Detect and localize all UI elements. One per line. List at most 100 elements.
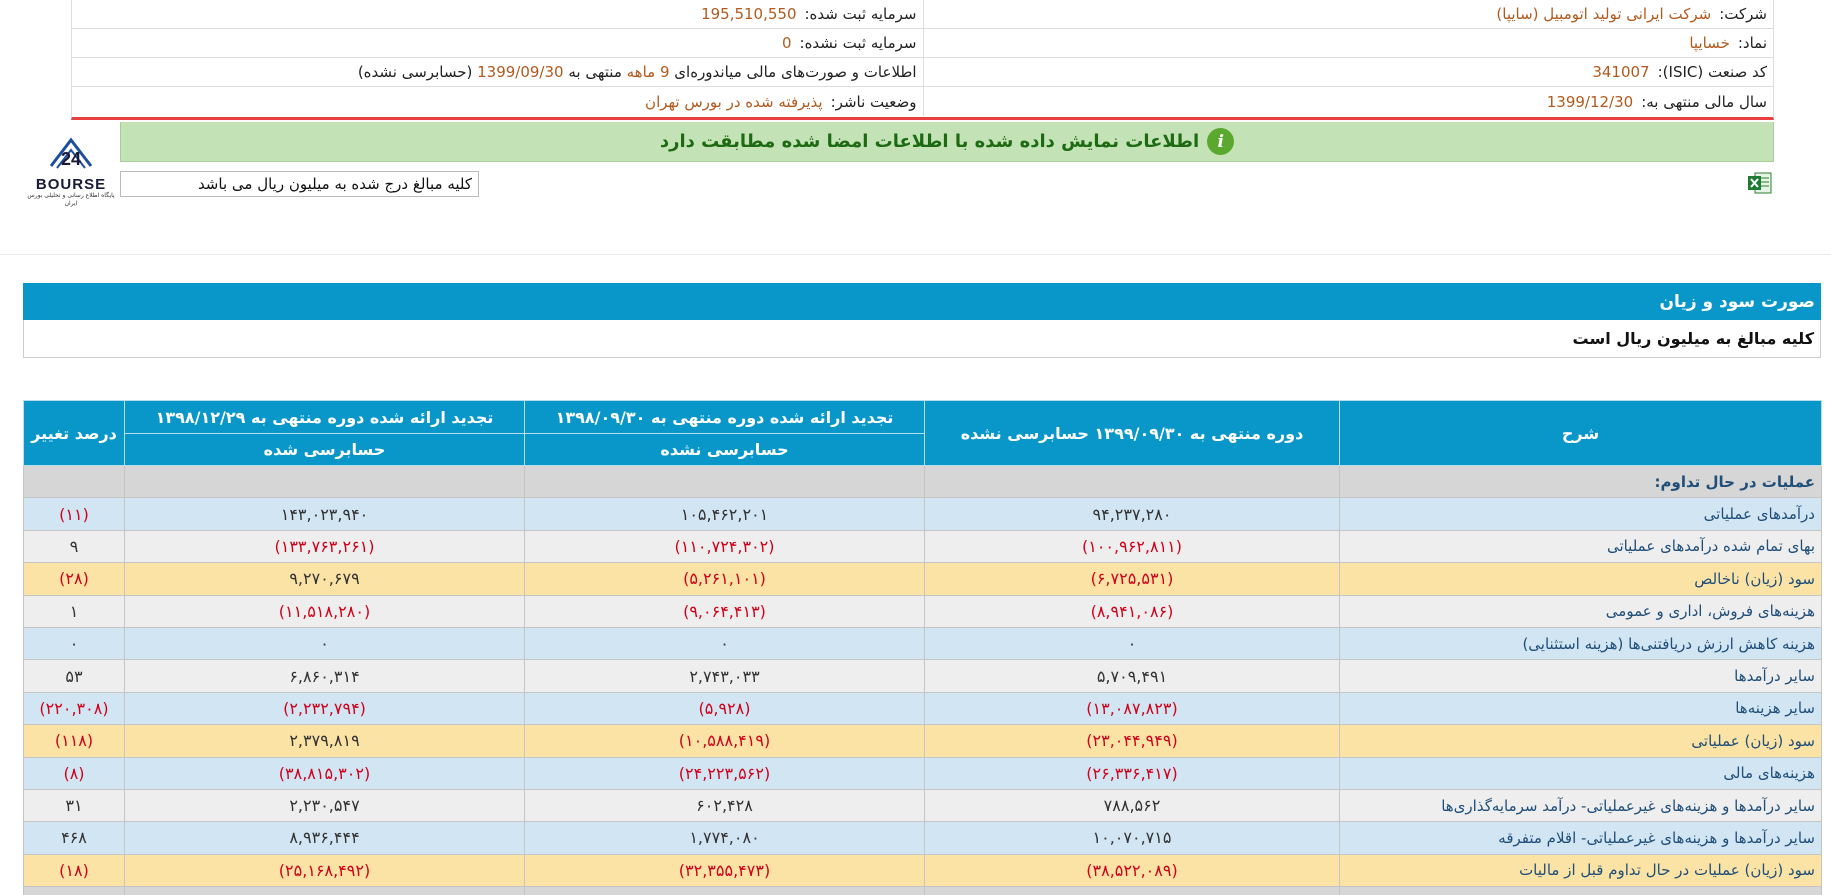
income-statement-table: شرح دوره منتهی به ۱۳۹۹/۰۹/۳۰ حسابرسی نشد… — [23, 400, 1822, 895]
row-description: سایر درآمدها و هزینه‌های غیرعملیاتی- درآ… — [1339, 788, 1822, 823]
logo-mark-icon: 24 — [49, 137, 93, 169]
row-description: سود (زیان) عملیات در حال تداوم قبل از ما… — [1339, 853, 1822, 888]
cell-period-13981229: (۳۸,۸۱۵,۳۰۲) — [124, 756, 525, 790]
cell-percent-change: (۱۸) — [23, 853, 125, 888]
cell-period-13981229: ۲,۳۷۹,۸۱۹ — [124, 724, 525, 758]
fiscal-year-value: 1399/12/30 — [1546, 92, 1634, 111]
cell-period-13980930: (۲۴,۲۲۳,۵۶۲) — [524, 756, 925, 790]
row-description: بهای تمام شده درآمدهای عملیاتی — [1339, 529, 1822, 564]
cell-period-13981229: ۰ — [124, 626, 525, 661]
publisher-status-cell: وضعیت ناشر: پذیرفته شده در بورس تهران — [72, 87, 923, 116]
cell-period-1399: ۰ — [924, 626, 1340, 661]
table-row: هزینه کاهش ارزش دریافتنی‌ها (هزینه استثن… — [23, 626, 1822, 661]
bourse24-logo[interactable]: 24 BOURSE پایگاه اطلاع رسانی و تحلیلی بو… — [26, 134, 116, 207]
report-date: 1399/09/30 — [477, 63, 564, 81]
verification-banner: i اطلاعات نمایش داده شده با اطلاعات امضا… — [120, 122, 1774, 162]
cell-period-1399: (۱۳,۰۸۷,۸۲۳) — [924, 691, 1340, 726]
company-cell: شرکت: شرکت ایرانی تولید اتومبیل (سایپا) — [922, 0, 1774, 28]
cell-percent-change: ۳۱ — [23, 788, 125, 823]
cell-period-13980930: ۱۰۵,۴۶۲,۲۰۱ — [524, 497, 925, 531]
row-description: هزینه کاهش ارزش دریافتنی‌ها (هزینه استثن… — [1339, 626, 1822, 661]
symbol-label: نماد: — [1737, 34, 1767, 52]
registered-capital-value: 195,510,550 — [701, 5, 797, 23]
cell-period-13980930: ۱,۷۷۴,۰۸۰ — [524, 821, 925, 855]
report-text-2: منتهی به — [568, 63, 622, 81]
cell-period-13981229: (۲۵,۱۶۸,۴۹۲) — [124, 853, 525, 888]
registered-capital-label: سرمایه ثبت شده: — [804, 5, 917, 23]
cell-period-13981229: ۲,۲۳۰,۵۴۷ — [124, 788, 525, 823]
cell-period-1399: ۵,۷۰۹,۴۹۱ — [924, 659, 1340, 693]
table-row: سود (زیان) عملیاتی (۲۳,۰۴۴,۹۴۹) (۱۰,۵۸۸,۴۱… — [23, 724, 1822, 758]
cell-period-1399: (۶,۷۲۵,۵۳۱) — [924, 562, 1340, 596]
table-row: سایر درآمدها و هزینه‌های غیرعملیاتی- اقل… — [23, 821, 1822, 855]
unregistered-capital-value: 0 — [781, 34, 792, 52]
info-row-fiscal: سال مالی منتهی به: 1399/12/30 وضعیت ناشر… — [72, 87, 1773, 116]
cell-percent-change: ۱ — [23, 594, 125, 628]
company-label: شرکت: — [1719, 5, 1767, 23]
group-title: عملیات در حال تداوم: — [1339, 464, 1822, 499]
cell-period-1399: ۷۸۸,۵۶۲ — [924, 788, 1340, 823]
info-row-isic: کد صنعت (ISIC): 341007 اطلاعات و صورت‌ها… — [72, 58, 1773, 87]
company-value: شرکت ایرانی تولید اتومبیل (سایپا) — [1496, 5, 1712, 23]
col-header-period-13980930: تجدید ارائه شده دوره منتهی به ۱۳۹۸/۰۹/۳۰ — [524, 400, 925, 434]
units-note: کلیه مبالغ درج شده به میلیون ریال می باش… — [120, 171, 479, 197]
cell-period-13981229: (۱۱,۵۱۸,۲۸۰) — [124, 594, 525, 628]
col-header-desc: شرح — [1339, 400, 1822, 466]
logo-subtitle: پایگاه اطلاع رسانی و تحلیلی بورس ایران — [27, 192, 115, 207]
cell-period-13980930: (۱۱۰,۷۲۴,۳۰۲) — [524, 529, 925, 564]
isic-value: 341007 — [1592, 63, 1650, 81]
cell-period-13980930: ۰ — [524, 626, 925, 661]
row-description: هزینه‌های فروش، اداری و عمومی — [1339, 594, 1822, 628]
cell-percent-change: (۲۸) — [23, 562, 125, 596]
cell-period-13980930: (۳۲,۳۵۵,۴۷۳) — [524, 853, 925, 888]
row-description: درآمدهای عملیاتی — [1339, 497, 1822, 531]
table-row: درآمدهای عملیاتی ۹۴,۲۳۷,۲۸۰ ۱۰۵,۴۶۲,۲۰۱ ۱۴۳… — [23, 497, 1822, 531]
logo-word: BOURSE — [35, 176, 107, 193]
company-info-table: شرکت: شرکت ایرانی تولید اتومبیل (سایپا) … — [71, 0, 1774, 120]
unregistered-capital-label: سرمایه ثبت نشده: — [799, 34, 917, 52]
row-description: سایر درآمدها و هزینه‌های غیرعملیاتی- اقل… — [1339, 821, 1822, 855]
row-description: سایر هزینه‌ها — [1339, 691, 1822, 726]
col-header-percent-change: درصد تغییر — [23, 400, 125, 466]
table-header-row-1: شرح دوره منتهی به ۱۳۹۹/۰۹/۳۰ حسابرسی نشد… — [23, 400, 1822, 466]
cell-period-1399: (۲۳,۰۴۴,۹۴۹) — [924, 724, 1340, 758]
cell-percent-change: (۱۱) — [23, 497, 125, 531]
unregistered-capital-cell: سرمایه ثبت نشده: 0 — [72, 29, 923, 57]
divider — [0, 254, 1831, 255]
cell-period-13981229: (۲,۲۳۲,۷۹۴) — [124, 691, 525, 726]
info-icon: i — [1207, 128, 1235, 155]
table-row-partial — [23, 886, 1822, 895]
row-description: سایر درآمدها — [1339, 659, 1822, 693]
cell-percent-change: (۱۱۸) — [23, 724, 125, 758]
report-period: 9 ماهه — [626, 63, 670, 81]
report-description-cell: اطلاعات و صورت‌های مالی میاندوره‌ای 9 ما… — [72, 58, 923, 86]
table-row: هزینه‌های مالی (۲۶,۳۳۶,۴۱۷) (۲۴,۲۲۳,۵۶۲) (۳… — [23, 756, 1822, 790]
cell-period-13980930: (۱۰,۵۸۸,۴۱۹) — [524, 724, 925, 758]
table-row: سود (زیان) ناخالص (۶,۷۲۵,۵۳۱) (۵,۲۶۱,۱۰۱) ۹… — [23, 562, 1822, 596]
info-row-symbol: نماد: خسایپا سرمایه ثبت نشده: 0 — [72, 29, 1773, 58]
section-note: کلیه مبالغ به میلیون ریال است — [23, 320, 1821, 358]
cell-period-1399: (۳۸,۵۲۲,۰۸۹) — [924, 853, 1340, 888]
section-title: صورت سود و زیان — [23, 283, 1821, 320]
row-description: سود (زیان) عملیاتی — [1339, 724, 1822, 758]
col-header-period-1399: دوره منتهی به ۱۳۹۹/۰۹/۳۰ حسابرسی نشده — [924, 400, 1340, 466]
cell-percent-change: ۵۳ — [23, 659, 125, 693]
table-row: سایر هزینه‌ها (۱۳,۰۸۷,۸۲۳) (۵,۹۲۸) (۲,۲۳۲,۷… — [23, 691, 1822, 726]
isic-label: کد صنعت (ISIC): — [1657, 63, 1767, 81]
cell-period-13981229: (۱۳۳,۷۶۳,۲۶۱) — [124, 529, 525, 564]
cell-period-13980930: ۶۰۲,۴۲۸ — [524, 788, 925, 823]
cell-percent-change: ۹ — [23, 529, 125, 564]
cell-period-13980930: (۹,۰۶۴,۴۱۳) — [524, 594, 925, 628]
row-description: سود (زیان) ناخالص — [1339, 562, 1822, 596]
cell-period-13981229: ۶,۸۶۰,۳۱۴ — [124, 659, 525, 693]
symbol-cell: نماد: خسایپا — [922, 29, 1774, 57]
table-row: سود (زیان) عملیات در حال تداوم قبل از ما… — [23, 853, 1822, 888]
excel-export-icon[interactable] — [1747, 170, 1773, 196]
registered-capital-cell: سرمایه ثبت شده: 195,510,550 — [72, 0, 923, 28]
cell-period-1399: (۲۶,۳۳۶,۴۱۷) — [924, 756, 1340, 790]
table-row: بهای تمام شده درآمدهای عملیاتی (۱۰۰,۹۶۲,۸… — [23, 529, 1822, 564]
info-row-company: شرکت: شرکت ایرانی تولید اتومبیل (سایپا) … — [72, 0, 1773, 29]
table-row: سایر درآمدها و هزینه‌های غیرعملیاتی- درآ… — [23, 788, 1822, 823]
col-subheader-unaudited: حسابرسی نشده — [524, 433, 925, 466]
publisher-status-label: وضعیت ناشر: — [830, 92, 917, 111]
